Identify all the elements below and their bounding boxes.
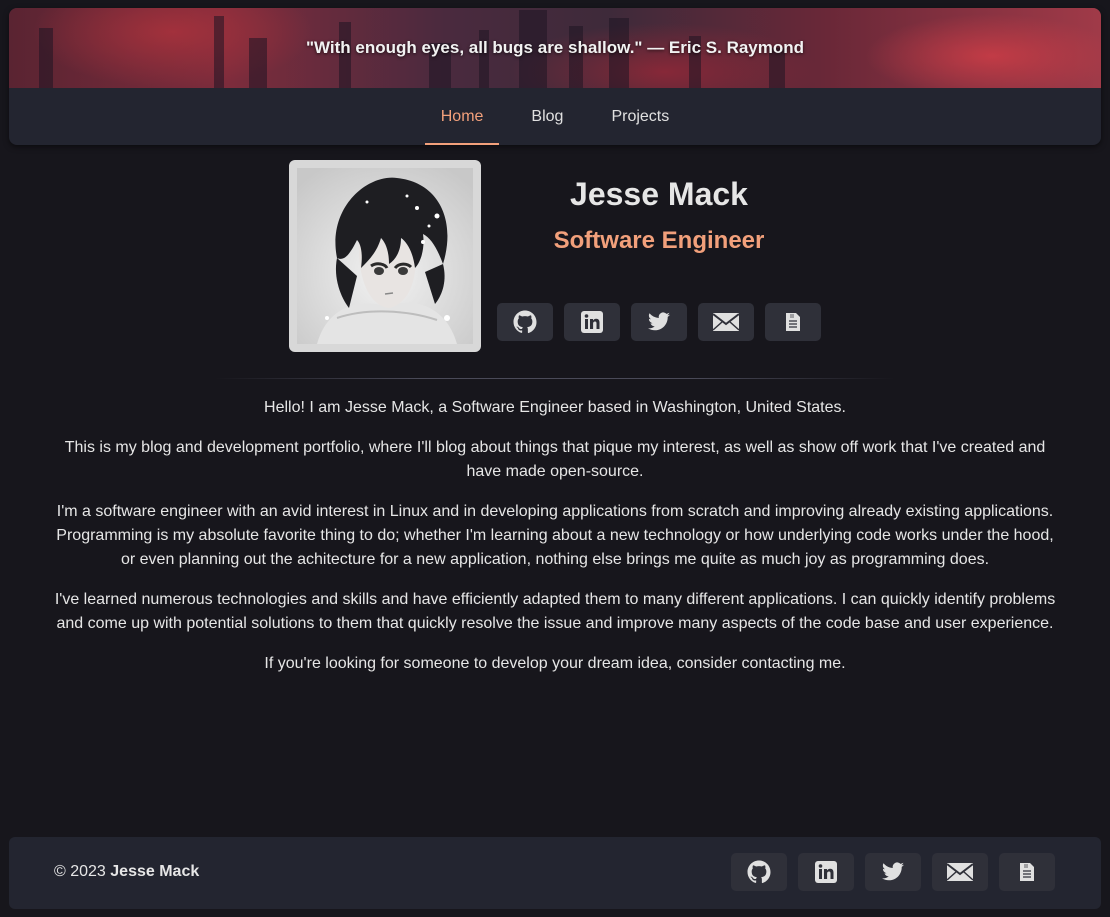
bio-section: Hello! I am Jesse Mack, a Software Engin… xyxy=(50,396,1060,692)
nav-home[interactable]: Home xyxy=(424,88,500,145)
github-icon xyxy=(747,860,771,884)
mail-icon xyxy=(946,863,974,881)
footer-linkedin-link[interactable] xyxy=(798,853,854,891)
footer-github-link[interactable] xyxy=(731,853,787,891)
site-footer: © 2023 Jesse Mack xyxy=(9,837,1101,909)
resume-link[interactable] xyxy=(765,303,821,341)
github-link[interactable] xyxy=(497,303,553,341)
header-banner: "With enough eyes, all bugs are shallow.… xyxy=(9,8,1101,88)
main-nav: Home Blog Projects xyxy=(9,88,1101,145)
profile-social-links xyxy=(497,303,821,341)
bio-paragraph: I'm a software engineer with an avid int… xyxy=(56,503,1054,568)
nav-blog[interactable]: Blog xyxy=(515,88,579,145)
bio-paragraph: Hello! I am Jesse Mack, a Software Engin… xyxy=(264,399,846,416)
profile-title: Software Engineer xyxy=(553,227,765,254)
email-link[interactable] xyxy=(698,303,754,341)
copyright-text: © 2023 xyxy=(54,863,106,880)
avatar xyxy=(289,160,481,352)
site-header: "With enough eyes, all bugs are shallow.… xyxy=(9,8,1101,145)
bio-paragraph: If you're looking for someone to develop… xyxy=(264,655,846,672)
footer-owner-name: Jesse Mack xyxy=(110,863,200,880)
twitter-icon xyxy=(882,862,904,881)
section-divider xyxy=(215,378,895,379)
profile-name: Jesse Mack xyxy=(570,176,748,212)
header-quote: "With enough eyes, all bugs are shallow.… xyxy=(305,38,805,57)
footer-social-links xyxy=(731,853,1055,891)
linkedin-icon xyxy=(815,861,837,883)
resume-document-icon xyxy=(1020,863,1034,881)
footer-twitter-link[interactable] xyxy=(865,853,921,891)
twitter-link[interactable] xyxy=(631,303,687,341)
linkedin-link[interactable] xyxy=(564,303,620,341)
resume-document-icon xyxy=(786,313,800,331)
mail-icon xyxy=(712,313,740,331)
avatar-image xyxy=(297,168,473,344)
bio-paragraph: This is my blog and development portfoli… xyxy=(64,439,1046,480)
github-icon xyxy=(513,310,537,334)
linkedin-icon xyxy=(581,311,603,333)
nav-projects[interactable]: Projects xyxy=(595,88,685,145)
bio-paragraph: I've learned numerous technologies and s… xyxy=(54,591,1056,632)
twitter-icon xyxy=(648,312,670,331)
footer-resume-link[interactable] xyxy=(999,853,1055,891)
footer-email-link[interactable] xyxy=(932,853,988,891)
footer-copyright: © 2023 Jesse Mack xyxy=(54,863,199,881)
